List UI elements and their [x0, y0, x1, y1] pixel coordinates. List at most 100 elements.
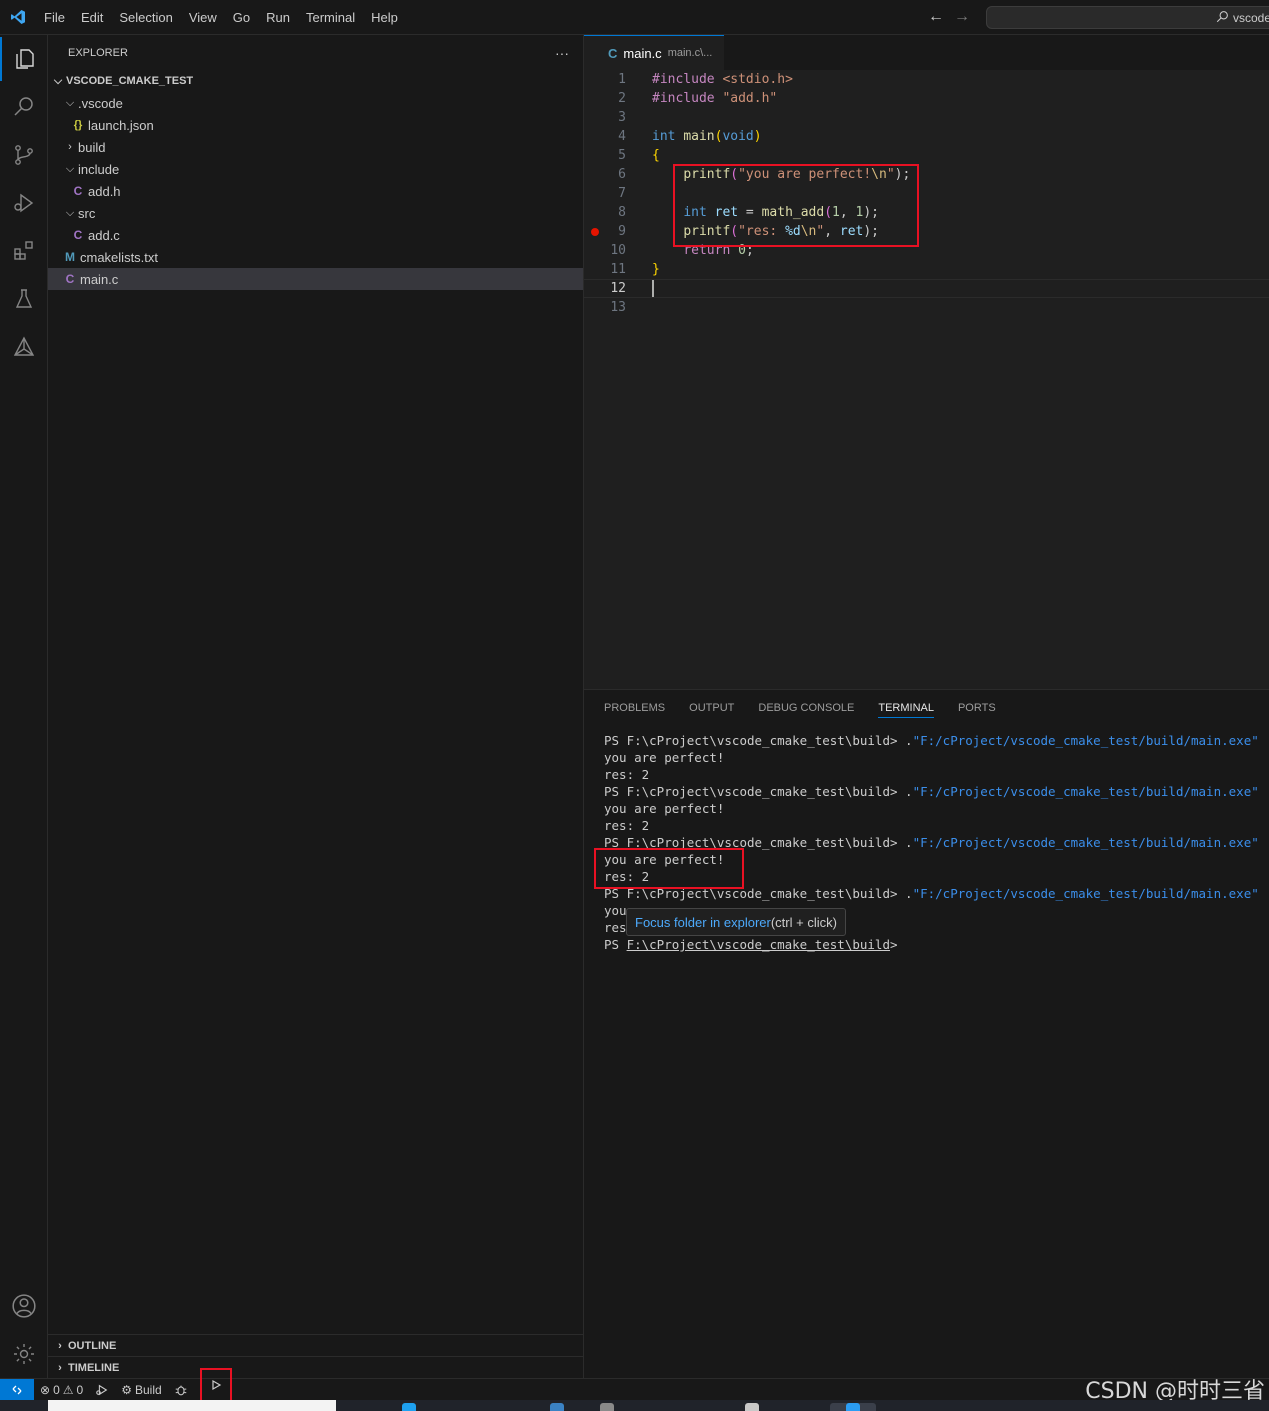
- terminal-line[interactable]: you are perfect!: [604, 750, 724, 767]
- remote-icon[interactable]: [0, 1378, 34, 1401]
- menu-run[interactable]: Run: [258, 10, 298, 25]
- terminal-line[interactable]: res: 2: [604, 818, 649, 835]
- menu-file[interactable]: File: [36, 10, 73, 25]
- tab-main-c[interactable]: C main.c main.c\...: [584, 35, 725, 70]
- line-number: 10: [610, 243, 626, 258]
- tree-item-include[interactable]: ⌵ include: [48, 158, 583, 180]
- code-line-current[interactable]: 12: [584, 279, 1269, 298]
- tree-item-src[interactable]: ⌵ src: [48, 202, 583, 224]
- taskbar-app-icon[interactable]: [550, 1403, 564, 1411]
- debug-button[interactable]: [168, 1383, 194, 1397]
- tree-item-vscode[interactable]: ⌵ .vscode: [48, 92, 583, 114]
- code-line[interactable]: 11 }: [584, 260, 1269, 279]
- terminal-path-link[interactable]: F:\cProject\vscode_cmake_test\build: [627, 937, 890, 952]
- error-count: 0: [53, 1382, 60, 1397]
- code-token: #include: [652, 72, 715, 87]
- code-line[interactable]: 1 #include <stdio.h>: [584, 70, 1269, 89]
- vscode-logo-icon: [0, 9, 36, 25]
- tab-problems[interactable]: PROBLEMS: [604, 702, 665, 714]
- c-file-icon: C: [65, 272, 75, 286]
- panel-tab-bar: PROBLEMS OUTPUT DEBUG CONSOLE TERMINAL P…: [584, 690, 1269, 726]
- terminal-output: res: 2: [604, 818, 650, 833]
- code-token: int: [652, 129, 676, 144]
- code-line[interactable]: 5 {: [584, 146, 1269, 165]
- terminal-line[interactable]: PS F:\cProject\vscode_cmake_test\build>: [604, 937, 898, 954]
- code-token: #include: [652, 91, 715, 106]
- tooltip-link[interactable]: Focus folder in explorer: [635, 915, 771, 930]
- terminal-line[interactable]: res: 2: [604, 767, 649, 784]
- more-actions-icon[interactable]: ···: [555, 45, 569, 61]
- terminal-text: .: [905, 784, 913, 799]
- error-icon: ⊗: [40, 1382, 51, 1397]
- code-line[interactable]: 4 int main(void): [584, 127, 1269, 146]
- code-line[interactable]: 3: [584, 108, 1269, 127]
- code-line[interactable]: 13: [584, 298, 1269, 317]
- terminal-line[interactable]: you are perfect!: [604, 801, 724, 818]
- taskbar-vscode-icon[interactable]: [846, 1403, 860, 1411]
- line-number: 12: [610, 281, 626, 296]
- taskbar-app-icon[interactable]: [745, 1403, 759, 1411]
- tree-item-add-c[interactable]: C add.c: [48, 224, 583, 246]
- run-and-debug-icon[interactable]: [0, 181, 48, 225]
- menu-go[interactable]: Go: [225, 10, 258, 25]
- workspace-folder[interactable]: ⌵ VSCODE_CMAKE_TEST: [48, 70, 583, 92]
- line-number: 4: [618, 129, 626, 144]
- outline-section[interactable]: › OUTLINE: [48, 1334, 583, 1356]
- tab-description: main.c\...: [667, 47, 713, 59]
- search-icon[interactable]: [0, 85, 48, 129]
- tree-item-cmakelists[interactable]: M cmakelists.txt: [48, 246, 583, 268]
- code-token: <stdio.h>: [714, 72, 793, 87]
- menu-view[interactable]: View: [181, 10, 225, 25]
- explorer-title: EXPLORER: [68, 46, 128, 59]
- manage-gear-icon[interactable]: [0, 1332, 48, 1376]
- accounts-icon[interactable]: [0, 1284, 48, 1328]
- build-button[interactable]: ⚙ Build: [115, 1383, 167, 1397]
- tab-ports[interactable]: PORTS: [958, 702, 996, 714]
- tab-terminal[interactable]: TERMINAL: [878, 702, 934, 718]
- line-number: 6: [618, 167, 626, 182]
- menu-selection[interactable]: Selection: [111, 10, 180, 25]
- back-arrow-icon[interactable]: ←: [928, 8, 944, 26]
- explorer-icon[interactable]: [0, 37, 48, 81]
- cmake-file-icon: M: [65, 250, 75, 264]
- chevron-down-icon: ⌵: [65, 162, 75, 175]
- run-button[interactable]: [199, 1367, 232, 1402]
- tree-item-label: build: [78, 139, 106, 155]
- taskbar-app-icon[interactable]: [600, 1403, 614, 1411]
- terminal-line[interactable]: you: [604, 903, 627, 920]
- terminal-line[interactable]: PS F:\cProject\vscode_cmake_test\build> …: [604, 733, 1259, 750]
- source-control-icon[interactable]: [0, 133, 48, 177]
- terminal-line[interactable]: res: [604, 920, 627, 937]
- forward-arrow-icon[interactable]: →: [954, 8, 970, 26]
- problems-status[interactable]: ⊗ 0 ⚠ 0: [34, 1383, 89, 1397]
- extensions-icon[interactable]: [0, 229, 48, 273]
- tree-item-launch-json[interactable]: {} launch.json: [48, 114, 583, 136]
- taskbar-search-area[interactable]: [48, 1400, 336, 1411]
- menu-help[interactable]: Help: [363, 10, 406, 25]
- explorer-header: EXPLORER ···: [48, 35, 583, 70]
- tree-item-add-h[interactable]: C add.h: [48, 180, 583, 202]
- menu-edit[interactable]: Edit: [73, 10, 111, 25]
- navigation-arrows: ← →: [928, 8, 970, 26]
- workspace-name: VSCODE_CMAKE_TEST: [66, 75, 194, 87]
- line-number: 2: [618, 91, 626, 106]
- testing-icon[interactable]: [0, 277, 48, 321]
- editor-tab-bar: C main.c main.c\...: [584, 35, 1269, 70]
- cmake-icon[interactable]: [0, 325, 48, 369]
- breakpoint-icon[interactable]: [591, 227, 599, 236]
- timeline-section[interactable]: › TIMELINE: [48, 1356, 583, 1378]
- tree-item-build[interactable]: › build: [48, 136, 583, 158]
- tab-debug-console[interactable]: DEBUG CONSOLE: [758, 702, 854, 714]
- taskbar-app-icon[interactable]: [402, 1403, 416, 1411]
- tree-item-label: .vscode: [78, 95, 123, 111]
- build-label: Build: [134, 1382, 162, 1397]
- tab-output[interactable]: OUTPUT: [689, 702, 734, 714]
- terminal-command: "F:/cProject/vscode_cmake_test/build/mai…: [912, 733, 1259, 748]
- terminal-line[interactable]: PS F:\cProject\vscode_cmake_test\build> …: [604, 784, 1259, 801]
- code-line[interactable]: 2 #include "add.h": [584, 89, 1269, 108]
- menu-terminal[interactable]: Terminal: [298, 10, 363, 25]
- line-number: 5: [618, 148, 626, 163]
- command-center-search[interactable]: vscode: [986, 6, 1269, 29]
- tree-item-main-c[interactable]: C main.c: [48, 268, 583, 290]
- cmake-kit-status[interactable]: [89, 1383, 115, 1397]
